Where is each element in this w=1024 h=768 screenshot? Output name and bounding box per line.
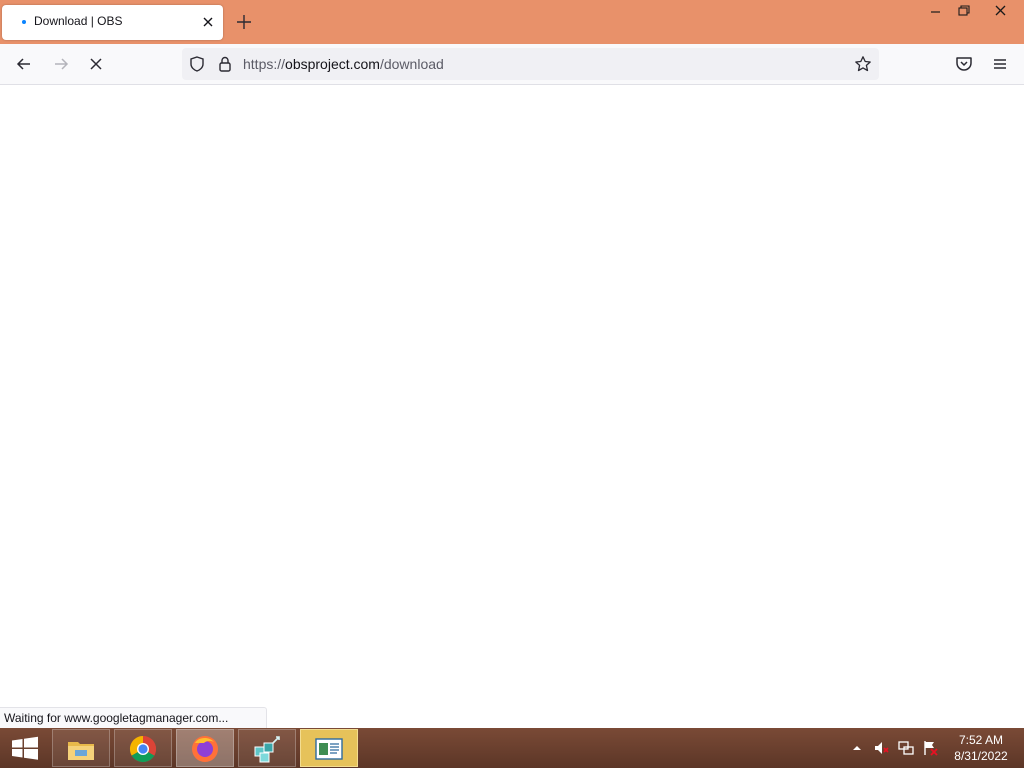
show-hidden-icons-icon[interactable] <box>849 740 865 756</box>
action-center-flag-icon[interactable] <box>922 740 938 756</box>
url-bar[interactable]: https://obsproject.com/download <box>182 48 879 80</box>
windows-start-icon[interactable] <box>0 728 50 768</box>
bookmark-star-icon[interactable] <box>854 55 872 73</box>
url-path: /download <box>379 56 444 72</box>
clock-time: 7:52 AM <box>958 733 1004 747</box>
taskbar-document-app[interactable] <box>300 729 358 767</box>
taskbar-file-explorer[interactable] <box>52 729 110 767</box>
taskbar-firefox[interactable] <box>176 729 234 767</box>
new-tab-icon[interactable] <box>235 13 253 31</box>
loading-indicator-icon <box>22 20 26 24</box>
volume-muted-icon[interactable] <box>873 740 889 756</box>
taskbar-chrome[interactable] <box>114 729 172 767</box>
clock-date: 8/31/2022 <box>954 749 1008 763</box>
close-tab-icon[interactable] <box>199 13 217 31</box>
browser-titlebar: Download | OBS <box>0 0 1024 44</box>
forward-arrow-icon <box>55 58 69 70</box>
close-window-icon[interactable] <box>978 0 1024 22</box>
network-icon[interactable] <box>898 740 914 756</box>
taskbar-network-app[interactable] <box>238 729 296 767</box>
tab-title: Download | OBS <box>34 14 123 28</box>
tab-download-obs[interactable]: Download | OBS <box>2 5 223 40</box>
navigation-toolbar: https://obsproject.com/download <box>0 44 1024 85</box>
stop-loading-icon[interactable] <box>86 54 106 74</box>
url-domain: obsproject.com <box>285 56 380 72</box>
lock-icon[interactable] <box>216 55 234 73</box>
file-explorer-icon <box>68 742 94 760</box>
url-text[interactable]: https://obsproject.com/download <box>243 56 444 72</box>
chrome-icon <box>129 735 157 763</box>
minimize-window-icon[interactable] <box>922 0 950 22</box>
url-scheme: https:// <box>243 56 286 72</box>
status-bar: Waiting for www.googletagmanager.com... <box>0 707 268 729</box>
back-arrow-icon[interactable] <box>14 54 34 74</box>
page-content <box>0 85 1024 728</box>
taskbar: 7:52 AM 8/31/2022 <box>0 728 1024 768</box>
network-app-icon <box>254 736 280 763</box>
restore-window-icon[interactable] <box>950 0 978 22</box>
tracking-protection-shield-icon[interactable] <box>188 55 206 73</box>
pocket-icon[interactable] <box>954 54 974 74</box>
system-clock[interactable]: 7:52 AM 8/31/2022 <box>946 732 1016 764</box>
document-app-icon <box>315 738 343 760</box>
firefox-icon <box>192 736 218 762</box>
hamburger-menu-icon[interactable] <box>990 54 1010 74</box>
